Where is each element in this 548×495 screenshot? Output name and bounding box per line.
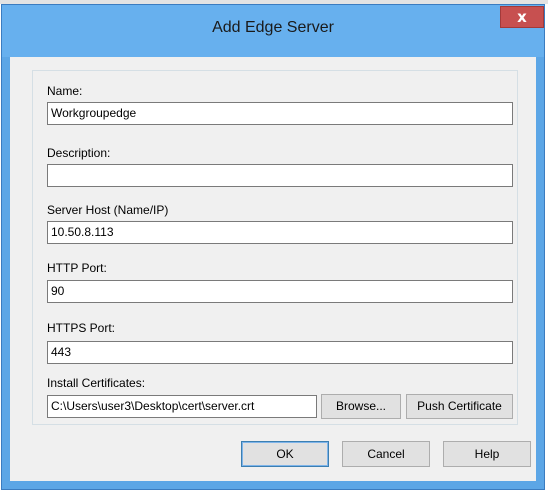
http-port-field[interactable]: 90 <box>47 280 513 303</box>
desktop: Add Edge Server x Name: Workgroupedge De… <box>0 0 548 495</box>
https-port-label: HTTPS Port: <box>47 321 116 335</box>
certificate-path-field[interactable]: C:\Users\user3\Desktop\cert\server.crt <box>47 395 317 418</box>
title-bar[interactable]: Add Edge Server <box>2 5 544 57</box>
window-title: Add Edge Server <box>212 19 334 36</box>
install-certificates-label: Install Certificates: <box>47 376 146 390</box>
server-host-label: Server Host (Name/IP) <box>47 203 169 217</box>
name-label: Name: <box>47 84 83 98</box>
cancel-button[interactable]: Cancel <box>342 441 430 467</box>
ok-button[interactable]: OK <box>241 441 329 467</box>
http-port-label: HTTP Port: <box>47 261 107 275</box>
add-edge-server-dialog: Add Edge Server x Name: Workgroupedge De… <box>1 4 545 490</box>
browse-button[interactable]: Browse... <box>321 394 401 419</box>
description-label: Description: <box>47 146 111 160</box>
dialog-body: Name: Workgroupedge Description: Server … <box>10 57 536 481</box>
push-certificate-button[interactable]: Push Certificate <box>406 394 513 419</box>
server-host-field[interactable]: 10.50.8.113 <box>47 221 513 244</box>
description-field[interactable] <box>47 164 513 187</box>
close-icon: x <box>517 8 527 26</box>
name-field[interactable]: Workgroupedge <box>47 102 513 125</box>
close-button[interactable]: x <box>500 6 544 28</box>
server-settings-group: Name: Workgroupedge Description: Server … <box>32 70 518 425</box>
https-port-field[interactable]: 443 <box>47 341 513 364</box>
help-button[interactable]: Help <box>443 441 531 467</box>
